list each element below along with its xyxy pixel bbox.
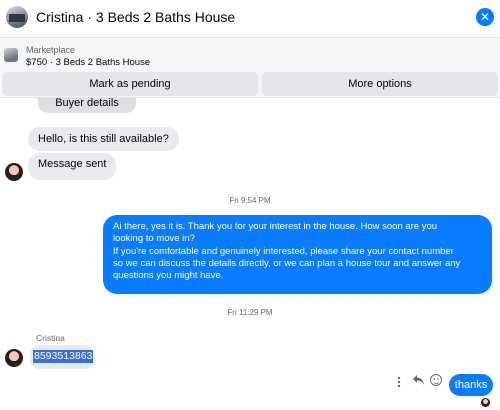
chat-header: Cristina · 3 Beds 2 Baths House ✕ (0, 0, 500, 38)
chat-title[interactable]: Cristina · 3 Beds 2 Baths House (36, 9, 235, 25)
message-line: Ai there, yes it is. Thank you for your … (113, 221, 438, 232)
read-receipt-avatar (481, 398, 490, 407)
listing-thumbnail[interactable] (4, 48, 18, 62)
listing-avatar[interactable] (6, 6, 28, 28)
message-bubble[interactable]: Message sent (28, 153, 117, 180)
marketplace-label: Marketplace (26, 45, 76, 55)
message-line: so we can discuss the details directly, … (113, 257, 461, 269)
listing-price-title[interactable]: $750 · 3 Beds 2 Baths House (26, 57, 150, 68)
more-icon[interactable] (397, 376, 403, 391)
message-line: questions you might have. (113, 270, 224, 282)
outgoing-message-bubble[interactable]: thanks (449, 374, 493, 396)
mark-as-pending-button[interactable]: Mark as pending (2, 72, 258, 96)
sender-name: Cristina (36, 333, 65, 343)
timestamp: Fri 9:54 PM (229, 196, 271, 205)
timestamp: Fri 11:29 PM (227, 308, 273, 317)
avatar[interactable] (5, 349, 23, 367)
react-icon[interactable] (430, 374, 442, 386)
outgoing-message-bubble[interactable]: Ai there, yes it is. Thank you for your … (103, 215, 492, 294)
avatar[interactable] (5, 163, 23, 181)
phone-number-text[interactable]: 8593513863 (33, 350, 94, 363)
close-icon[interactable]: ✕ (476, 8, 494, 26)
message-line: If you're comfortable and genuinely inte… (113, 245, 454, 257)
buyer-details-button[interactable]: Buyer details (38, 98, 136, 113)
message-line: looking to move in? (113, 233, 195, 245)
phone-message-bubble[interactable]: 8593513863 (30, 345, 94, 369)
more-options-button[interactable]: More options (262, 72, 498, 96)
reply-icon[interactable] (412, 374, 425, 389)
message-bubble[interactable]: Hello, is this still available? (28, 127, 179, 151)
